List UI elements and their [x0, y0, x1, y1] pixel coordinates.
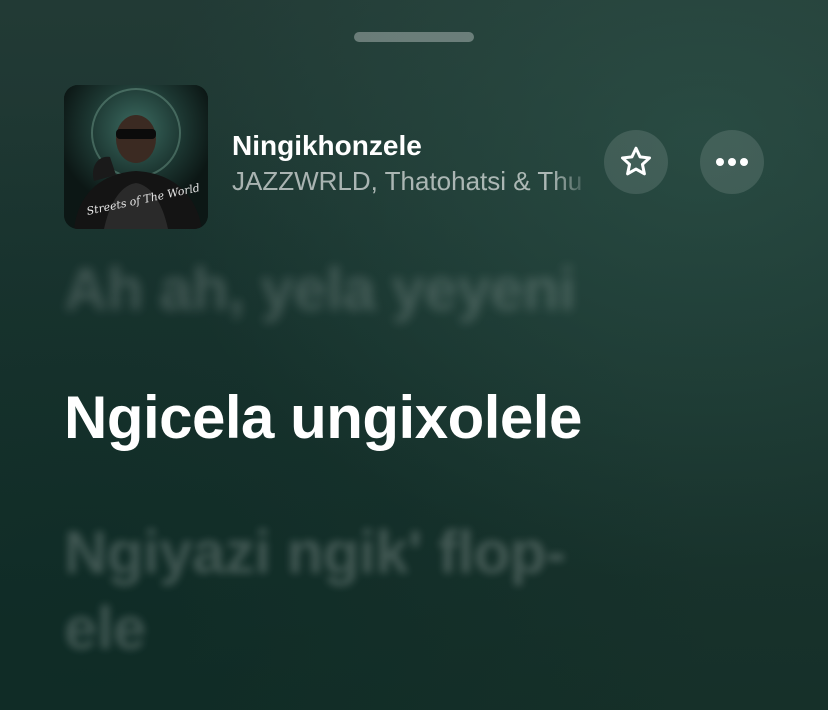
lyric-line-current[interactable]: Ngicela ungixolele	[64, 383, 764, 453]
lyric-line-next[interactable]: Ngiyazi ngik' flop-ele	[64, 515, 584, 667]
track-title: Ningikhonzele	[232, 130, 422, 161]
ellipsis-icon	[716, 158, 748, 166]
favorite-button[interactable]	[604, 130, 668, 194]
now-playing-header: Streets of The World Ningikhonzele JAZZW…	[64, 85, 764, 229]
track-artist[interactable]: JAZZWRLD, Thatohatsi & Thu	[232, 165, 594, 197]
lyric-line-previous[interactable]: Ah ah, yela yeyeni	[64, 255, 764, 325]
sheet-grabber[interactable]	[354, 32, 474, 42]
album-artwork[interactable]: Streets of The World	[64, 85, 208, 229]
lyrics-view[interactable]: Ah ah, yela yeyeni Ngicela ungixolele Ng…	[64, 255, 764, 667]
track-info: Ningikhonzele JAZZWRLD, Thatohatsi & Thu	[232, 129, 594, 197]
star-icon	[621, 146, 651, 176]
more-options-button[interactable]	[700, 130, 764, 194]
